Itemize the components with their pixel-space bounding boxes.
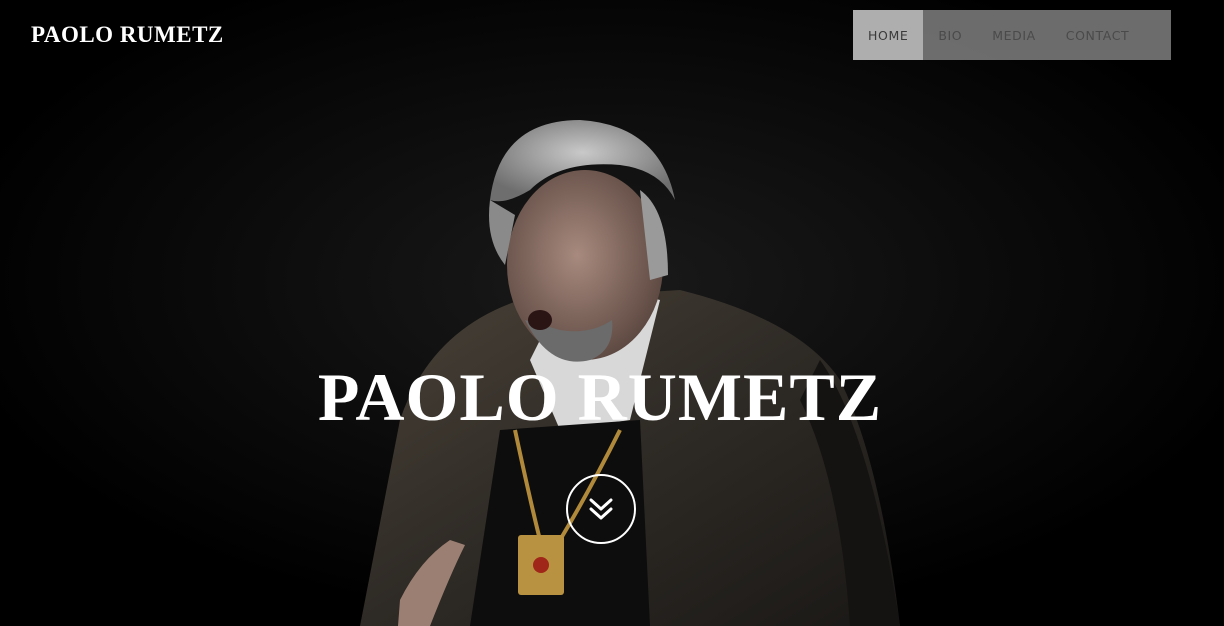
- nav-item-media[interactable]: MEDIA: [977, 10, 1051, 60]
- main-nav: HOME BIO MEDIA CONTACT: [853, 10, 1171, 60]
- nav-item-bio[interactable]: BIO: [923, 10, 977, 60]
- double-chevron-down-icon: [589, 498, 613, 520]
- nav-item-home[interactable]: HOME: [853, 10, 924, 60]
- scroll-down-button[interactable]: [566, 474, 636, 544]
- site-logo[interactable]: PAOLO RUMETZ: [31, 20, 224, 50]
- page: PAOLO RUMETZ HOME BIO MEDIA CONTACT PAOL…: [0, 0, 1224, 626]
- hero-title: PAOLO RUMETZ: [317, 359, 883, 435]
- nav-item-contact[interactable]: CONTACT: [1051, 10, 1144, 60]
